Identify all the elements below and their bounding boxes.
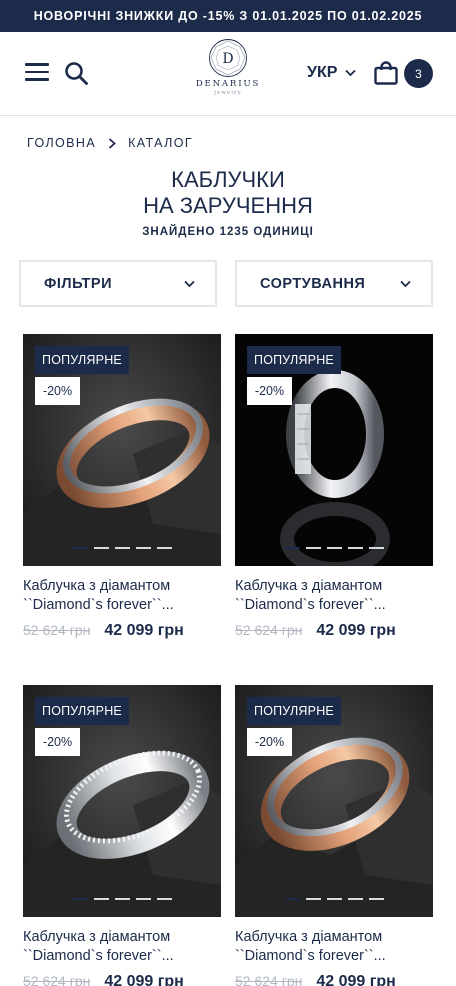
product-name-line2: ``Diamond`s forever``... — [235, 597, 386, 613]
diamond-logo-icon: D — [209, 39, 247, 77]
site-header: D DENARIUS jewelry УКР 3 — [0, 32, 456, 116]
image-carousel-dots[interactable] — [235, 898, 433, 900]
language-selector[interactable]: УКР — [307, 64, 357, 82]
brand-logo[interactable]: D DENARIUS jewelry — [192, 38, 264, 108]
product-name[interactable]: Каблучка з діамантом ``Diamond`s forever… — [235, 928, 433, 966]
product-name[interactable]: Каблучка з діамантом ``Diamond`s forever… — [235, 577, 433, 615]
filters-dropdown[interactable]: ФІЛЬТРИ — [19, 260, 217, 307]
product-prices: 52 624 грн 42 099 грн — [235, 973, 433, 986]
discount-badge: -20% — [247, 377, 292, 405]
product-card[interactable]: ПОПУЛЯРНЕ -20% Каблучка з діамантом ``Di… — [23, 685, 221, 986]
popular-badge: ПОПУЛЯРНЕ — [35, 346, 129, 374]
product-name-line2: ``Diamond`s forever``... — [23, 948, 174, 964]
sort-label: СОРТУВАННЯ — [260, 275, 366, 292]
discount-badge: -20% — [247, 728, 292, 756]
search-icon[interactable] — [64, 61, 90, 87]
product-prices: 52 624 грн 42 099 грн — [235, 622, 433, 640]
chevron-down-icon — [400, 280, 411, 287]
image-carousel-dots[interactable] — [23, 547, 221, 549]
cart-bag-icon[interactable] — [373, 60, 399, 86]
old-price: 52 624 грн — [235, 973, 303, 986]
product-name-line1: Каблучка з діамантом — [235, 929, 383, 945]
product-card[interactable]: ПОПУЛЯРНЕ -20% Каблучка з діамантом ``Di… — [23, 334, 221, 640]
image-carousel-dots[interactable] — [235, 547, 433, 549]
popular-badge: ПОПУЛЯРНЕ — [247, 346, 341, 374]
cart-count-badge[interactable]: 3 — [404, 59, 433, 88]
product-card[interactable]: ПОПУЛЯРНЕ -20% Каблучка з діамантом ``Di… — [235, 334, 433, 640]
old-price: 52 624 грн — [23, 622, 91, 638]
product-name[interactable]: Каблучка з діамантом ``Diamond`s forever… — [23, 577, 221, 615]
language-label: УКР — [307, 64, 338, 81]
discount-badge: -20% — [35, 377, 80, 405]
product-image[interactable]: ПОПУЛЯРНЕ -20% — [23, 685, 221, 917]
new-price: 42 099 грн — [316, 622, 396, 639]
page-title-line1: КАБЛУЧКИ — [171, 167, 285, 192]
new-price: 42 099 грн — [316, 973, 396, 986]
page-title: КАБЛУЧКИ НА ЗАРУЧЕННЯ — [0, 167, 456, 219]
product-image[interactable]: ПОПУЛЯРНЕ -20% — [235, 334, 433, 566]
product-name-line2: ``Diamond`s forever``... — [23, 597, 174, 613]
image-carousel-dots[interactable] — [23, 898, 221, 900]
breadcrumb-catalog[interactable]: КАТАЛОГ — [128, 136, 193, 150]
chevron-right-icon — [108, 137, 116, 149]
svg-text:D: D — [222, 51, 233, 67]
product-name-line2: ``Diamond`s forever``... — [235, 948, 386, 964]
old-price: 52 624 грн — [235, 622, 303, 638]
product-card[interactable]: ПОПУЛЯРНЕ -20% Каблучка з діамантом ``Di… — [235, 685, 433, 986]
new-price: 42 099 грн — [104, 622, 184, 639]
product-image[interactable]: ПОПУЛЯРНЕ -20% — [23, 334, 221, 566]
logo-brand-text: DENARIUS — [195, 79, 261, 89]
new-price: 42 099 грн — [104, 973, 184, 986]
product-name-line1: Каблучка з діамантом — [23, 578, 171, 594]
product-name-line1: Каблучка з діамантом — [235, 578, 383, 594]
product-prices: 52 624 грн 42 099 грн — [23, 973, 221, 986]
product-prices: 52 624 грн 42 099 грн — [23, 622, 221, 640]
filters-label: ФІЛЬТРИ — [44, 275, 112, 292]
product-image[interactable]: ПОПУЛЯРНЕ -20% — [235, 685, 433, 917]
old-price: 52 624 грн — [23, 973, 91, 986]
hamburger-menu-icon[interactable] — [25, 63, 49, 83]
promo-banner: НОВОРІЧНІ ЗНИЖКИ ДО -15% З 01.01.2025 ПО… — [0, 0, 456, 32]
chevron-down-icon — [345, 69, 357, 77]
breadcrumb: ГОЛОВНА КАТАЛОГ — [27, 136, 193, 150]
popular-badge: ПОПУЛЯРНЕ — [247, 697, 341, 725]
discount-badge: -20% — [35, 728, 80, 756]
page-title-line2: НА ЗАРУЧЕННЯ — [143, 193, 313, 218]
results-count: ЗНАЙДЕНО 1235 ОДИНИЦІ — [142, 226, 314, 238]
chevron-down-icon — [184, 280, 195, 287]
breadcrumb-home[interactable]: ГОЛОВНА — [27, 136, 96, 150]
product-name-line1: Каблучка з діамантом — [23, 929, 171, 945]
logo-sub-text: jewelry — [214, 90, 242, 96]
sort-dropdown[interactable]: СОРТУВАННЯ — [235, 260, 433, 307]
popular-badge: ПОПУЛЯРНЕ — [35, 697, 129, 725]
product-name[interactable]: Каблучка з діамантом ``Diamond`s forever… — [23, 928, 221, 966]
